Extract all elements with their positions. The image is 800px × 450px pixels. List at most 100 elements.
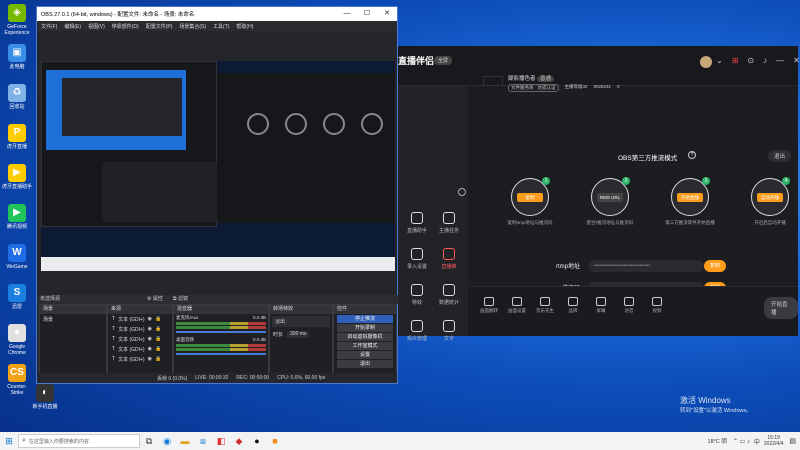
sidebar-item[interactable]: 观众管理	[402, 320, 432, 342]
minimize-icon[interactable]: —	[776, 56, 784, 65]
sidebar-item[interactable]: 特效	[402, 284, 432, 306]
obs-menu-item[interactable]: 帮助(H)	[236, 23, 253, 30]
folder-icon[interactable]: ▬	[176, 432, 194, 450]
user-avatar[interactable]	[483, 76, 503, 86]
close-icon[interactable]: ✕	[377, 7, 397, 21]
filters-button[interactable]: ⧉ 滤镜	[173, 295, 188, 304]
tool-item[interactable]: 视频	[644, 297, 670, 314]
volume-slider[interactable]	[176, 331, 266, 333]
visibility-icon[interactable]: ◉	[148, 316, 152, 322]
lock-icon[interactable]: 🔒	[155, 326, 161, 332]
step-button[interactable]: 自动开播	[757, 193, 783, 202]
lock-icon[interactable]: 🔒	[155, 336, 161, 342]
streaming-taskbar-icon[interactable]: ■	[266, 432, 284, 450]
desktop-icon[interactable]: ▣ 此电脑	[2, 44, 32, 70]
desktop-icon[interactable]: ◈ GeForce Experience	[2, 4, 32, 36]
desktop-icon[interactable]: W WeGame	[2, 244, 32, 270]
tool-item[interactable]: 画面设置	[504, 297, 530, 314]
collapse-icon[interactable]	[458, 188, 466, 196]
ime-indicator[interactable]: 中	[754, 437, 760, 446]
lock-icon[interactable]: 🔒	[155, 316, 161, 322]
weather-widget[interactable]: 18°C 阴	[708, 437, 727, 445]
search-box[interactable]: ⌕ 在这里输入你要搜索的内容	[18, 434, 140, 448]
tray-icons[interactable]: ⌃ ▭ ♪	[733, 438, 750, 445]
help-icon[interactable]: ?	[688, 151, 696, 159]
tool-item[interactable]: 画面翻转	[476, 297, 502, 314]
edge-icon[interactable]: ◉	[158, 432, 176, 450]
copy-rtmp-button[interactable]: 复制	[704, 260, 726, 272]
tool-item[interactable]: 音乐先生	[532, 297, 558, 314]
control-button[interactable]: 启动虚拟摄像机	[337, 333, 393, 341]
desktop-icon[interactable]: ◐ 新手机直播	[30, 384, 60, 410]
gift-icon[interactable]: ⊞	[732, 56, 739, 65]
store-icon[interactable]: ⧈	[194, 432, 212, 450]
control-button[interactable]: 退出	[337, 360, 393, 368]
transition-select[interactable]: 淡出	[272, 316, 330, 327]
properties-button[interactable]: ⚙ 属性	[147, 295, 163, 304]
obs-menu-item[interactable]: 编辑(E)	[64, 23, 81, 30]
control-button[interactable]: 开始录制	[337, 324, 393, 332]
account-avatar[interactable]	[700, 56, 712, 68]
volume-slider[interactable]	[176, 353, 266, 355]
obs-menu-item[interactable]: 工具(T)	[213, 23, 229, 30]
duration-input[interactable]: 300 ms	[287, 331, 310, 338]
obs-taskbar-icon[interactable]: ●	[248, 432, 266, 450]
tool-item[interactable]: 屏幕	[588, 297, 614, 314]
tool-item[interactable]: 语音	[616, 297, 642, 314]
close-icon[interactable]: ✕	[793, 56, 800, 65]
start-icon[interactable]: ⊞	[0, 432, 18, 450]
obs-menu-item[interactable]: 配置文件(P)	[146, 23, 173, 30]
sidebar-tag[interactable]: 全屏	[434, 56, 453, 65]
source-row[interactable]: T 文本 (GDI+) ◉ 🔒	[108, 324, 172, 334]
visibility-icon[interactable]: ◉	[148, 346, 152, 352]
desktop-icon[interactable]: ▶ 腾讯视频	[2, 204, 32, 230]
rtmp-field[interactable]: ••••••••••••••••••••••••••••••••	[588, 260, 704, 272]
obs-menu-item[interactable]: 停靠部件(D)	[112, 23, 139, 30]
tool-item[interactable]: 品牌	[560, 297, 586, 314]
lock-icon[interactable]: 🔒	[155, 356, 161, 362]
sidebar-item[interactable]: 主播任务	[434, 212, 464, 234]
desktop-icon[interactable]: S 迅雷	[2, 284, 32, 310]
bell-icon[interactable]: ♪	[763, 56, 767, 65]
app-icon[interactable]: ◆	[230, 432, 248, 450]
source-row[interactable]: T 文本 (GDI+) ◉ 🔒	[108, 314, 172, 324]
control-button[interactable]: 工作室模式	[337, 342, 393, 350]
obs-menu-item[interactable]: 文件(F)	[41, 23, 57, 30]
sidebar-item[interactable]: 直播推	[434, 248, 464, 270]
desktop-icon[interactable]: P 虎牙直播	[2, 124, 32, 150]
desktop-icon[interactable]: ♻ 回收站	[2, 84, 32, 110]
dropdown-icon[interactable]: ⌄	[716, 56, 723, 65]
visibility-icon[interactable]: ◉	[148, 356, 152, 362]
sidebar-item[interactable]: 数据统计	[434, 284, 464, 306]
obs-preview[interactable]	[41, 61, 395, 271]
control-button[interactable]: 停止推流	[337, 315, 393, 323]
desktop-icon[interactable]: ● Google Chrome	[2, 324, 32, 356]
control-button[interactable]: 设置	[337, 351, 393, 359]
notification-icon[interactable]: ▤	[789, 437, 796, 445]
source-row[interactable]: T 文本 (GDI+) ◉ 🔒	[108, 344, 172, 354]
source-row[interactable]: T 文本 (GDI+) ◉ 🔒	[108, 354, 172, 364]
start-live-button[interactable]: 开始直播	[764, 297, 798, 319]
sidebar-item[interactable]: 文字	[434, 320, 464, 342]
step-button[interactable]: 开始直播	[677, 193, 703, 202]
visibility-icon[interactable]: ◉	[148, 326, 152, 332]
sidebar-item[interactable]: 录入设置	[402, 248, 432, 270]
step-button[interactable]: RMS URL	[597, 193, 623, 202]
office-icon[interactable]: ◧	[212, 432, 230, 450]
scene-item[interactable]: 场景	[40, 314, 106, 325]
desktop-icon[interactable]: ▶ 虎牙直播助手	[2, 164, 32, 190]
task-view-icon[interactable]: ⧉	[140, 432, 158, 450]
desktop-icon[interactable]: CS Counter-Strike	[2, 364, 32, 396]
visibility-icon[interactable]: ◉	[148, 336, 152, 342]
clock[interactable]: 15:19 2022/4/4	[764, 435, 783, 447]
minimize-icon[interactable]: —	[337, 7, 357, 21]
sidebar-item[interactable]: 直播助手	[402, 212, 432, 234]
maximize-icon[interactable]: ☐	[357, 7, 377, 21]
message-icon[interactable]: ⊙	[747, 56, 754, 65]
obs-menu-item[interactable]: 视图(V)	[88, 23, 105, 30]
exit-obs-mode-button[interactable]: 退出	[768, 150, 792, 162]
obs-menu-item[interactable]: 场景集合(S)	[179, 23, 206, 30]
lock-icon[interactable]: 🔒	[155, 346, 161, 352]
step-button[interactable]: 复制	[517, 193, 543, 202]
source-row[interactable]: T 文本 (GDI+) ◉ 🔒	[108, 334, 172, 344]
